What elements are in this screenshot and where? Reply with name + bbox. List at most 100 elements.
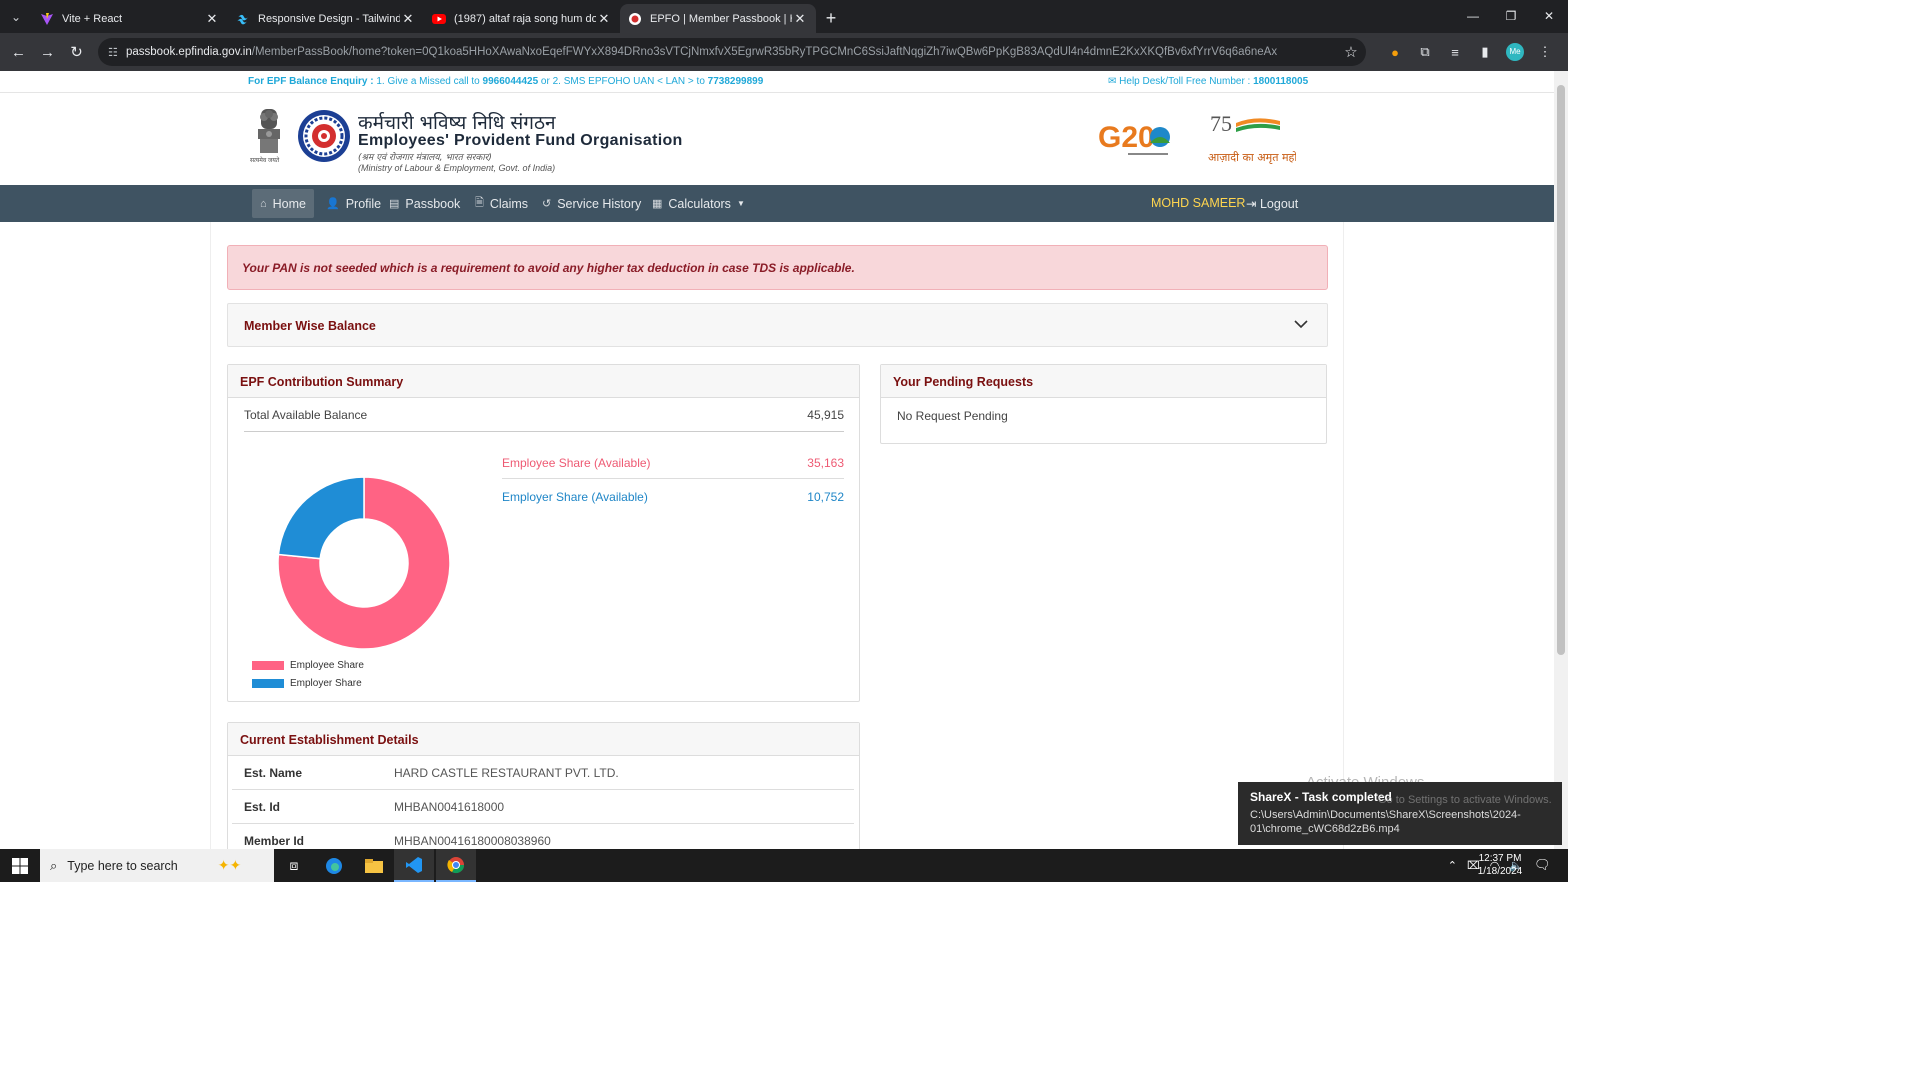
site-info-icon[interactable]: ☷ [108, 46, 126, 59]
pending-requests-card: Your Pending Requests No Request Pending [880, 364, 1327, 444]
profile-avatar[interactable]: Me [1506, 43, 1524, 61]
helpdesk-text: ✉ Help Desk/Toll Free Number : 180011800… [1108, 76, 1308, 87]
address-bar[interactable]: ☷ passbook.epfindia.gov.in/MemberPassBoo… [98, 38, 1366, 66]
row-value: MHBAN00416180008038960 [394, 834, 551, 848]
extensions-puzzle-icon[interactable]: ⧉ [1410, 44, 1440, 60]
web-page: For EPF Balance Enquiry : 1. Give a Miss… [0, 71, 1554, 849]
youtube-icon [432, 13, 446, 24]
legend-item-employer[interactable]: Employer Share [252, 674, 364, 692]
donut-slice-employer-share[interactable] [277, 476, 365, 560]
legend-swatch [252, 660, 284, 670]
file-explorer-icon[interactable] [354, 849, 394, 882]
clock-time: 12:37 PM [1478, 853, 1522, 864]
media-control-icon[interactable]: ≡ [1440, 45, 1470, 60]
url-host: passbook.epfindia.gov.in [126, 46, 252, 58]
tab-tailwind[interactable]: Responsive Design - Tailwind C ✕ [228, 4, 424, 33]
helpdesk-label: Help Desk/Toll Free Number : [1119, 76, 1254, 87]
passbook-icon: ▤ [389, 198, 400, 210]
nav-home-label: Home [272, 196, 306, 211]
azadi-number: 75 [1210, 111, 1232, 136]
site-header: सत्यमेव जयते कर्मचारी भविष्य निधि संगठन … [0, 93, 1554, 185]
nav-profile-label: Profile [345, 196, 382, 211]
nav-claims[interactable]: 🗎 Claims [467, 189, 536, 218]
url-text[interactable]: passbook.epfindia.gov.in/MemberPassBook/… [126, 46, 1336, 58]
enquiry-text-1: 1. Give a Missed call to [373, 76, 483, 87]
table-row: Est. Id MHBAN0041618000 [232, 790, 854, 824]
edge-icon[interactable] [314, 849, 354, 882]
file-icon: 🗎 [475, 197, 484, 209]
reload-icon[interactable]: ↻ [62, 43, 91, 61]
employer-share-value: 10,752 [807, 490, 844, 504]
tab-search-button[interactable]: ⌄ [0, 0, 32, 33]
legend-label: Employer Share [290, 677, 362, 689]
notification-center-icon[interactable]: 🗨 [1534, 857, 1551, 873]
enquiry-label: For EPF Balance Enquiry : [248, 76, 374, 87]
forward-icon[interactable]: → [33, 44, 62, 61]
side-panel-icon[interactable]: ▮ [1470, 44, 1500, 60]
nav-service-history[interactable]: ↺ Service History [534, 189, 649, 218]
table-row: Est. Name HARD CASTLE RESTAURANT PVT. LT… [232, 756, 854, 790]
org-name-english: Employees' Provident Fund Organisation [358, 132, 683, 149]
main-nav: ⌂ Home 👤 Profile ▤ Passbook 🗎 Claims ↺ Servic… [0, 185, 1554, 222]
balance-enquiry-text: For EPF Balance Enquiry : 1. Give a Miss… [248, 76, 763, 87]
close-tab-icon[interactable]: ✕ [792, 11, 808, 27]
home-icon: ⌂ [260, 197, 267, 210]
close-window-icon[interactable]: ✕ [1530, 0, 1568, 33]
toll-free-number: 1800118005 [1253, 76, 1309, 87]
minimize-icon[interactable]: — [1454, 0, 1492, 33]
bookmark-star-icon[interactable]: ☆ [1336, 43, 1366, 61]
restore-icon[interactable]: ❐ [1492, 0, 1530, 33]
activate-windows-subtext: Go to Settings to activate Windows. [1378, 794, 1552, 806]
row-key: Member Id [244, 834, 305, 848]
scrollbar-thumb[interactable] [1557, 85, 1565, 655]
tab-epfo[interactable]: EPFO | Member Passbook | Hon ✕ [620, 4, 816, 33]
chevron-up-icon[interactable]: ⌃ [1448, 859, 1457, 872]
tab-title: EPFO | Member Passbook | Hon [650, 12, 792, 25]
nav-profile[interactable]: 👤 Profile [318, 189, 389, 218]
tab-vite-react[interactable]: Vite + React ✕ [32, 4, 228, 33]
card-title: EPF Contribution Summary [228, 365, 859, 398]
extension-icon[interactable]: ● [1380, 45, 1410, 60]
caret-down-icon: ▼ [736, 199, 745, 208]
browser-menu-icon[interactable]: ⋮ [1530, 44, 1560, 60]
tab-title: (1987) altaf raja song hum dono [454, 12, 596, 25]
close-tab-icon[interactable]: ✕ [400, 11, 416, 27]
nav-calculators[interactable]: ▦ Calculators ▼ [644, 189, 753, 218]
toolbar-actions: ● ⧉ ≡ ▮ Me ⋮ [1380, 38, 1560, 66]
nav-passbook-label: Passbook [405, 196, 461, 211]
logout-link[interactable]: ⇥ Logout [1246, 196, 1298, 211]
new-tab-button[interactable]: + [816, 4, 846, 33]
pending-requests-text: No Request Pending [897, 409, 1008, 423]
sharex-notification[interactable]: ShareX - Task completed C:\Users\Admin\D… [1238, 782, 1562, 845]
window-controls: — ❐ ✕ [1454, 0, 1568, 33]
taskbar-clock[interactable]: 12:37 PM 1/18/2024 [1470, 852, 1530, 878]
taskbar-search-box[interactable]: ⌕ Type here to search ✦✦ [40, 849, 274, 882]
close-tab-icon[interactable]: ✕ [204, 11, 220, 27]
back-icon[interactable]: ← [4, 44, 33, 61]
chevron-down-icon[interactable] [1293, 316, 1309, 332]
page-scrollbar[interactable] [1554, 71, 1568, 849]
g20-logo: G20 [1098, 121, 1170, 155]
sms-number: 7738299899 [707, 76, 764, 87]
enquiry-info-bar: For EPF Balance Enquiry : 1. Give a Miss… [0, 71, 1554, 93]
vscode-icon[interactable] [394, 849, 434, 882]
employee-share-value: 35,163 [807, 456, 844, 470]
total-balance-row: Total Available Balance 45,915 [244, 408, 844, 432]
close-tab-icon[interactable]: ✕ [596, 11, 612, 27]
row-value: MHBAN0041618000 [394, 800, 505, 814]
browser-toolbar: ← → ↻ ☷ passbook.epfindia.gov.in/MemberP… [0, 33, 1568, 71]
task-view-icon[interactable]: ⧈ [274, 849, 314, 882]
tab-title: Responsive Design - Tailwind C [258, 12, 400, 25]
chart-legend: Employee Share Employer Share [252, 656, 364, 692]
logout-icon: ⇥ [1246, 197, 1257, 211]
windows-start-button[interactable] [0, 849, 40, 882]
tab-youtube[interactable]: (1987) altaf raja song hum dono ✕ [424, 4, 620, 33]
member-wise-balance-accordion[interactable]: Member Wise Balance [227, 303, 1328, 347]
nav-home[interactable]: ⌂ Home [252, 189, 314, 218]
nav-passbook[interactable]: ▤ Passbook [381, 189, 468, 218]
tab-title: Vite + React [62, 12, 123, 25]
contribution-donut-chart [277, 476, 451, 650]
chrome-icon[interactable] [436, 849, 476, 882]
vite-icon [41, 12, 53, 25]
legend-item-employee[interactable]: Employee Share [252, 656, 364, 674]
